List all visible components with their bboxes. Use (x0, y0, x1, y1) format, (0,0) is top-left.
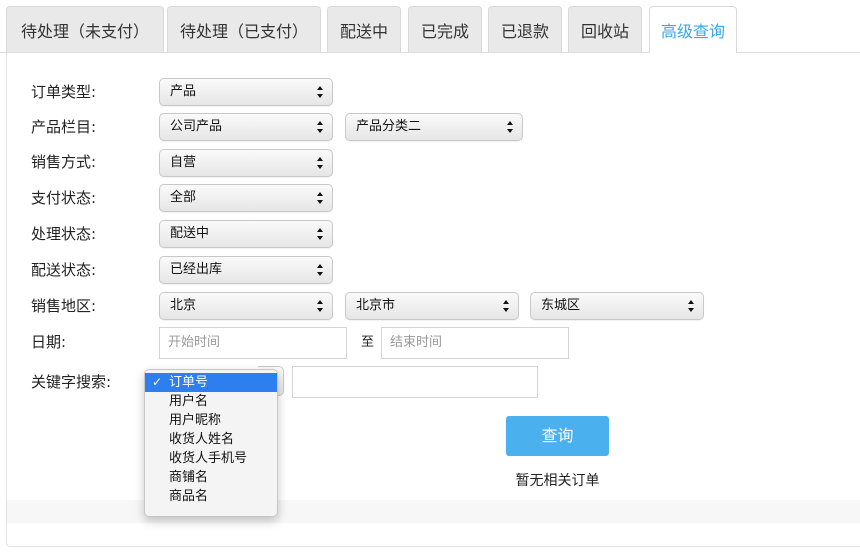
tab-completed[interactable]: 已完成 (408, 6, 482, 52)
order-type-label: 订单类型: (31, 83, 97, 101)
keyword-type-dropdown: ✓ 订单号 用户名 用户昵称 收货人姓名 收货人手机号 商铺名 商品名 (144, 369, 278, 517)
checkmark-icon: ✓ (152, 375, 163, 389)
select-arrows-icon (317, 228, 323, 240)
dropdown-option-product-name[interactable]: 商品名 (145, 487, 277, 506)
tab-recycle-bin[interactable]: 回收站 (568, 6, 642, 52)
sales-region-label: 销售地区: (31, 297, 97, 315)
select-arrows-icon (317, 86, 323, 98)
delivery-status-select[interactable]: 已经出库 (159, 256, 333, 284)
empty-orders-message: 暂无相关订单 (515, 473, 600, 489)
product-category-select[interactable]: 产品分类二 (345, 113, 523, 141)
dropdown-option-recipient-phone[interactable]: 收货人手机号 (145, 449, 277, 468)
select-arrows-icon (317, 192, 323, 204)
date-label: 日期: (31, 333, 67, 351)
tab-pending-unpaid[interactable]: 待处理（未支付） (6, 6, 164, 52)
date-range-to-label: 至 (361, 335, 375, 350)
process-status-select[interactable]: 配送中 (159, 220, 333, 248)
order-tabs: 待处理（未支付） 待处理（已支付） 配送中 已完成 已退款 回收站 高级查询 (0, 0, 860, 53)
dropdown-option-nickname[interactable]: 用户昵称 (145, 411, 277, 430)
product-column-label: 产品栏目: (31, 118, 97, 136)
tab-advanced-search[interactable]: 高级查询 (649, 6, 737, 53)
process-status-label: 处理状态: (31, 225, 97, 243)
select-arrows-icon (688, 300, 694, 312)
sales-mode-label: 销售方式: (31, 153, 97, 171)
payment-status-label: 支付状态: (31, 189, 97, 207)
payment-status-select[interactable]: 全部 (159, 184, 333, 212)
results-footer-bar (7, 500, 860, 523)
select-arrows-icon (507, 121, 513, 133)
select-arrows-icon (503, 300, 509, 312)
start-date-input[interactable]: 开始时间 (159, 327, 347, 359)
tab-refunded[interactable]: 已退款 (488, 6, 562, 52)
keyword-search-label: 关键字搜索: (31, 373, 112, 391)
keyword-input[interactable] (292, 366, 538, 398)
city-select[interactable]: 北京市 (345, 292, 519, 320)
query-button[interactable]: 查询 (506, 416, 609, 456)
select-arrows-icon (317, 157, 323, 169)
end-date-input[interactable]: 结束时间 (381, 327, 569, 359)
district-select[interactable]: 东城区 (530, 292, 704, 320)
province-select[interactable]: 北京 (159, 292, 333, 320)
dropdown-option-shop-name[interactable]: 商铺名 (145, 468, 277, 487)
select-arrows-icon (317, 300, 323, 312)
select-arrows-icon (317, 121, 323, 133)
tab-pending-paid[interactable]: 待处理（已支付） (167, 6, 321, 52)
product-column-select[interactable]: 公司产品 (159, 113, 333, 141)
select-arrows-icon (317, 264, 323, 276)
dropdown-option-recipient-name[interactable]: 收货人姓名 (145, 430, 277, 449)
sales-mode-select[interactable]: 自营 (159, 149, 333, 177)
order-type-select[interactable]: 产品 (159, 78, 333, 106)
dropdown-option-order-number[interactable]: ✓ 订单号 (145, 373, 277, 392)
tab-delivering[interactable]: 配送中 (327, 6, 401, 52)
delivery-status-label: 配送状态: (31, 261, 97, 279)
dropdown-option-username[interactable]: 用户名 (145, 392, 277, 411)
